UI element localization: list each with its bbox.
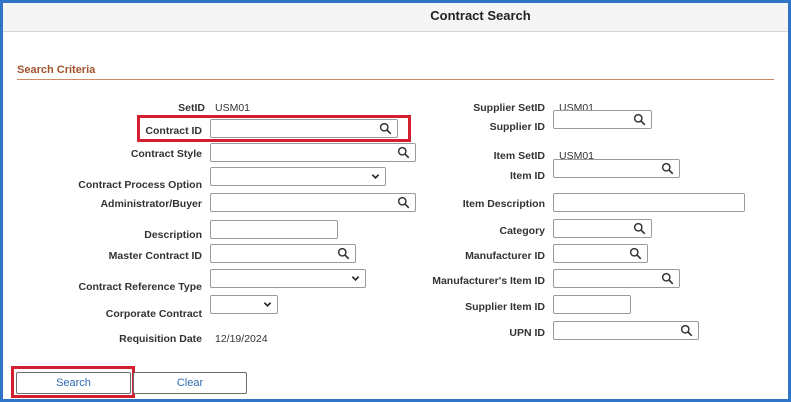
upn-id-label: UPN ID xyxy=(509,327,545,339)
description-field[interactable] xyxy=(210,220,338,239)
supplier-item-id-field[interactable] xyxy=(553,295,631,314)
title-bar: Contract Search xyxy=(3,3,788,32)
section-divider xyxy=(17,79,774,80)
corporate-contract-select[interactable] xyxy=(210,295,278,314)
administrator-buyer-label: Administrator/Buyer xyxy=(100,198,202,210)
contract-reference-type-label: Contract Reference Type xyxy=(78,281,202,293)
contract-id-highlight xyxy=(137,115,411,142)
category-field[interactable] xyxy=(553,219,652,238)
contract-reference-type-select[interactable] xyxy=(210,269,366,288)
supplier-id-field[interactable] xyxy=(553,110,652,129)
contract-style-label: Contract Style xyxy=(130,148,202,160)
manufacturers-item-id-label: Manufacturer's Item ID xyxy=(432,275,545,287)
search-icon[interactable] xyxy=(629,247,642,260)
chevron-down-icon xyxy=(371,174,380,179)
supplier-setid-label: Supplier SetID xyxy=(473,102,545,114)
item-setid-label: Item SetID xyxy=(493,150,545,162)
search-icon[interactable] xyxy=(661,272,674,285)
contract-process-option-select[interactable] xyxy=(210,167,386,186)
supplier-id-label: Supplier ID xyxy=(489,121,545,133)
search-icon[interactable] xyxy=(397,146,410,159)
setid-value: USM01 xyxy=(215,102,251,114)
setid-label: SetID xyxy=(178,102,205,114)
search-icon[interactable] xyxy=(661,162,674,175)
item-description-label: Item Description xyxy=(462,198,545,210)
corporate-contract-label: Corporate Contract xyxy=(105,308,202,320)
item-description-field[interactable] xyxy=(553,193,745,212)
window-frame: Contract Search Search Criteria SetID US… xyxy=(0,0,791,402)
section-title: Search Criteria xyxy=(17,64,96,76)
item-id-label: Item ID xyxy=(509,170,545,182)
master-contract-id-label: Master Contract ID xyxy=(108,250,202,262)
upn-id-field[interactable] xyxy=(553,321,699,340)
search-icon[interactable] xyxy=(680,324,693,337)
administrator-buyer-field[interactable] xyxy=(210,193,416,212)
chevron-down-icon xyxy=(351,276,360,281)
category-label: Category xyxy=(499,225,545,237)
description-label: Description xyxy=(144,229,202,241)
search-icon[interactable] xyxy=(337,247,350,260)
item-id-field[interactable] xyxy=(553,159,680,178)
contract-style-field[interactable] xyxy=(210,143,416,162)
supplier-item-id-label: Supplier Item ID xyxy=(465,301,545,313)
manufacturers-item-id-field[interactable] xyxy=(553,269,680,288)
requisition-date-label: Requisition Date xyxy=(119,333,202,345)
manufacturer-id-field[interactable] xyxy=(553,244,648,263)
search-icon[interactable] xyxy=(397,196,410,209)
manufacturer-id-label: Manufacturer ID xyxy=(465,250,545,262)
search-button-highlight xyxy=(11,366,135,398)
page-title: Contract Search xyxy=(430,8,531,23)
clear-button[interactable]: Clear xyxy=(133,372,247,394)
contract-process-option-label: Contract Process Option xyxy=(78,179,202,191)
search-icon[interactable] xyxy=(633,222,646,235)
search-icon[interactable] xyxy=(633,113,646,126)
chevron-down-icon xyxy=(263,302,272,307)
master-contract-id-field[interactable] xyxy=(210,244,356,263)
requisition-date-value: 12/19/2024 xyxy=(215,333,268,345)
